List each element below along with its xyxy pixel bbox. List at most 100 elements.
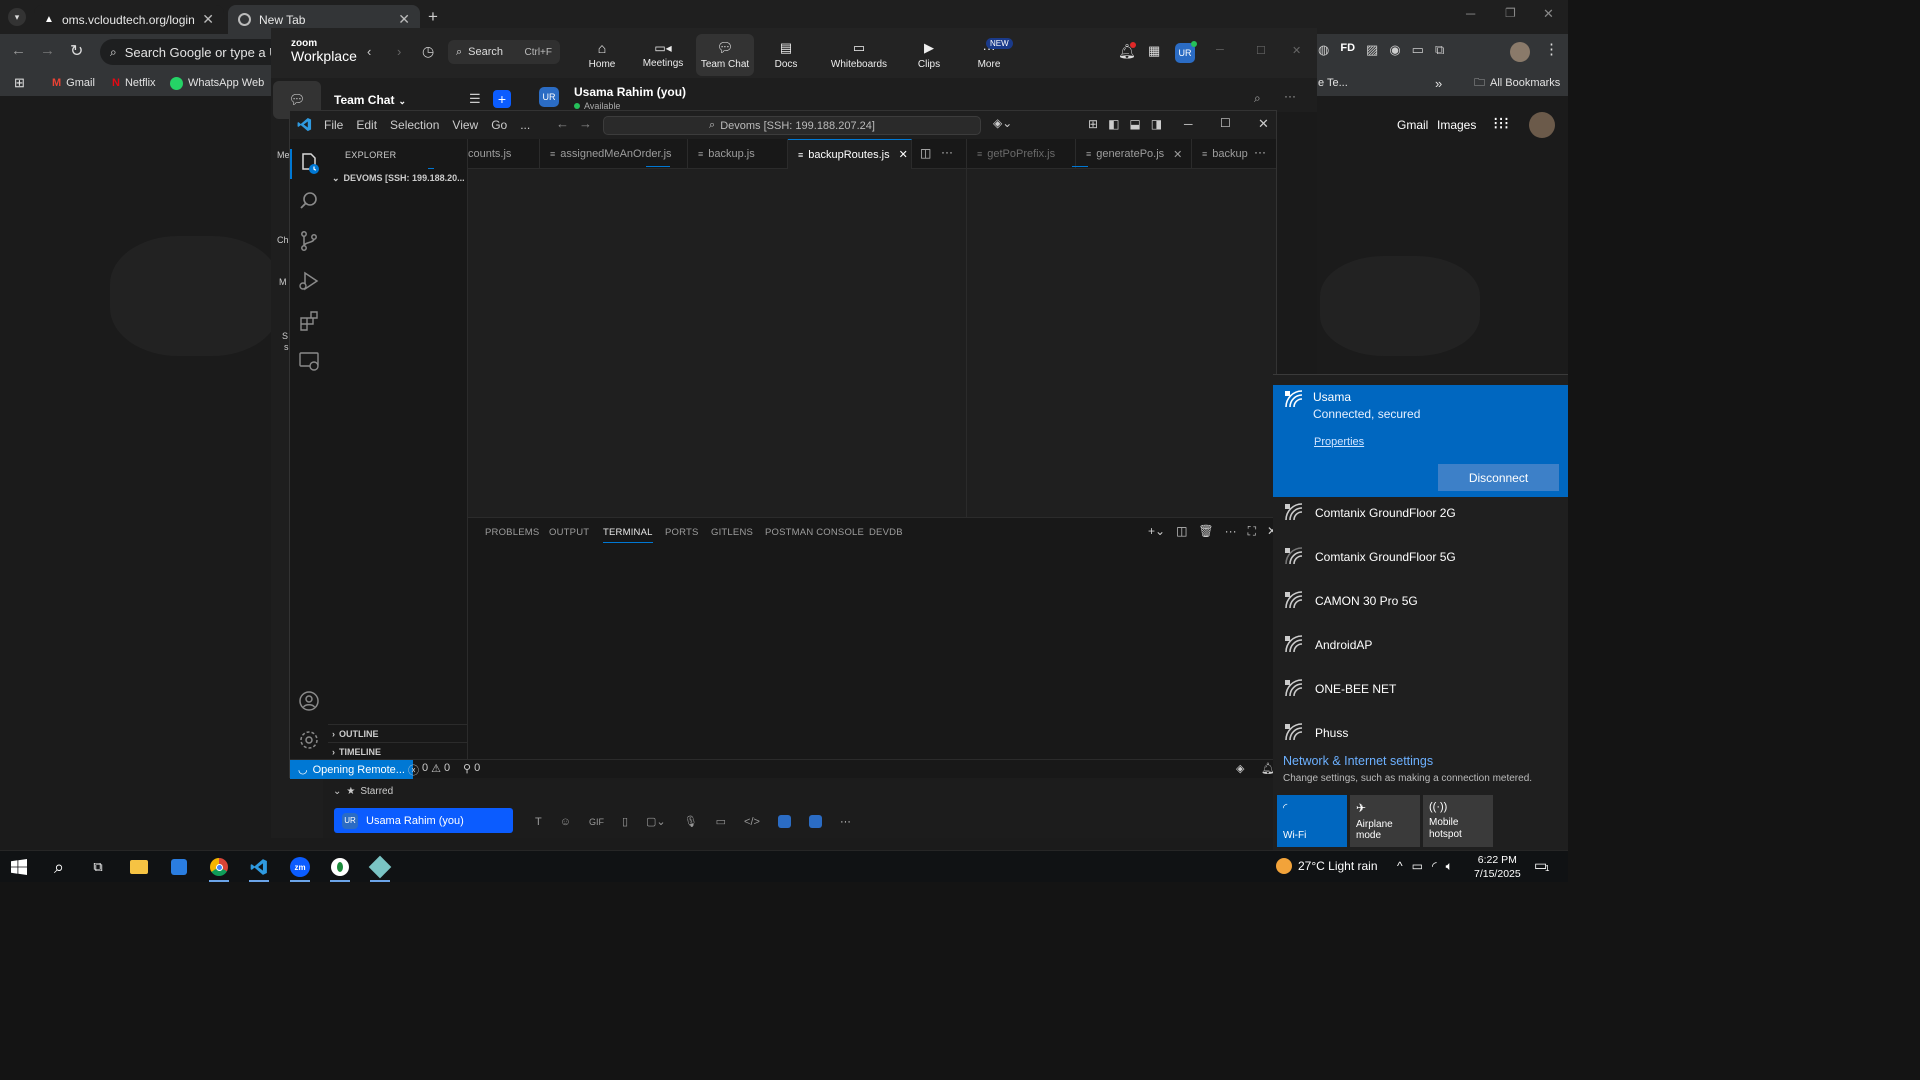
remote-indicator[interactable]: ◡ Opening Remote... bbox=[290, 760, 413, 779]
menu-selection[interactable]: Selection bbox=[390, 118, 439, 132]
split-terminal-icon[interactable]: ◫ bbox=[1176, 524, 1187, 539]
properties-link[interactable]: Properties bbox=[1314, 436, 1364, 448]
battery-icon[interactable]: ▭ bbox=[1412, 859, 1423, 874]
more-bookmarks-icon[interactable]: » bbox=[1435, 74, 1442, 92]
text-format-icon[interactable]: T bbox=[535, 816, 542, 828]
close-tab-icon[interactable]: ✕ bbox=[899, 148, 908, 161]
google-account-avatar[interactable] bbox=[1529, 112, 1555, 138]
remote-explorer-icon[interactable] bbox=[297, 349, 321, 373]
window-minimize-icon[interactable]: ─ bbox=[1216, 44, 1224, 56]
menu-go[interactable]: Go bbox=[491, 118, 507, 132]
window-restore-icon[interactable]: ❐ bbox=[1505, 6, 1516, 20]
airplane-mode-toggle[interactable]: ✈ Airplane mode bbox=[1350, 795, 1420, 847]
more-options-icon[interactable]: ··· bbox=[840, 816, 851, 828]
network-item[interactable]: Comtanix GroundFloor 2G bbox=[1273, 491, 1568, 535]
back-icon[interactable]: ← bbox=[11, 42, 26, 59]
app-icon[interactable] bbox=[327, 855, 353, 882]
task-view-icon[interactable]: ⧉ bbox=[85, 855, 111, 879]
window-close-icon[interactable]: ✕ bbox=[1292, 44, 1301, 57]
panel-tab-devdb[interactable]: DEVDB bbox=[869, 527, 903, 538]
menu-edit[interactable]: Edit bbox=[356, 118, 377, 132]
nav-meetings[interactable]: ▭◂ Meetings bbox=[634, 34, 692, 76]
menu-view[interactable]: View bbox=[452, 118, 478, 132]
problems-status[interactable]: ⓧ 0 ⚠ 0 bbox=[408, 762, 450, 778]
forward-icon[interactable]: › bbox=[397, 44, 401, 59]
gif-icon[interactable]: GIF bbox=[589, 817, 604, 827]
volume-icon[interactable]: 🔈︎ bbox=[1446, 859, 1453, 874]
panel-tab-output[interactable]: OUTPUT bbox=[549, 527, 589, 538]
wifi-icon[interactable]: ◜ bbox=[1432, 859, 1437, 874]
maximize-panel-icon[interactable]: ⛶ bbox=[1248, 524, 1256, 539]
calendar-icon[interactable]: ▦ bbox=[1148, 43, 1160, 59]
network-item[interactable]: AndroidAP bbox=[1273, 623, 1568, 667]
cast-extension-icon[interactable]: ▭ bbox=[1412, 42, 1424, 58]
split-editor-icon[interactable]: ◫ bbox=[920, 146, 931, 160]
store-icon[interactable] bbox=[166, 855, 192, 879]
editor-tab[interactable]: counts.js bbox=[468, 139, 540, 169]
extensions-icon[interactable] bbox=[297, 309, 321, 333]
nav-back-icon[interactable]: ← bbox=[556, 116, 569, 131]
chevron-up-icon[interactable]: ^ bbox=[1397, 859, 1403, 874]
history-icon[interactable]: ◷ bbox=[422, 43, 434, 60]
menu-file[interactable]: File bbox=[324, 118, 343, 132]
zoom-search-box[interactable]: ⌕ Search Ctrl+F bbox=[448, 40, 560, 64]
window-maximize-icon[interactable]: ☐ bbox=[1256, 44, 1266, 57]
network-item[interactable]: Comtanix GroundFloor 5G bbox=[1273, 535, 1568, 579]
new-terminal-icon[interactable]: +⌄ bbox=[1148, 524, 1165, 539]
close-tab-icon[interactable]: ✕ bbox=[1173, 148, 1182, 161]
editor-tab[interactable]: ≡ backup.js bbox=[688, 139, 788, 169]
window-maximize-icon[interactable]: ☐ bbox=[1220, 116, 1231, 130]
more-options-icon[interactable]: ··· bbox=[1284, 89, 1296, 103]
vpn-extension-icon[interactable]: ◉ bbox=[1389, 42, 1400, 58]
panel-tab-ports[interactable]: PORTS bbox=[665, 527, 699, 538]
weather-widget[interactable]: 27°C Light rain bbox=[1276, 858, 1378, 874]
toggle-secondary-sidebar-icon[interactable]: ◨ bbox=[1151, 117, 1162, 131]
nav-home[interactable]: ⌂ Home bbox=[573, 34, 631, 76]
panel-tab-postman-console[interactable]: POSTMAN CONSOLE bbox=[765, 527, 864, 538]
address-bar[interactable]: ⌕ Search Google or type a URL bbox=[100, 39, 290, 65]
mobile-hotspot-toggle[interactable]: ((·)) Mobile hotspot bbox=[1423, 795, 1493, 847]
copilot-status-icon[interactable]: ◈ bbox=[1236, 762, 1244, 775]
profile-avatar[interactable] bbox=[1510, 42, 1530, 62]
window-minimize-icon[interactable]: ─ bbox=[1184, 117, 1193, 131]
reload-icon[interactable]: ↻ bbox=[70, 41, 83, 61]
close-tab-icon[interactable]: ✕ bbox=[398, 11, 410, 28]
starred-contact[interactable]: UR Usama Rahim (you) bbox=[334, 808, 513, 833]
outline-section[interactable]: › OUTLINE bbox=[328, 724, 468, 739]
connected-network[interactable]: Usama Connected, secured Properties Disc… bbox=[1273, 385, 1568, 497]
start-button[interactable] bbox=[6, 855, 32, 879]
chrome-icon[interactable] bbox=[206, 855, 232, 882]
starred-header[interactable]: ⌄ ★ Starred bbox=[333, 786, 393, 797]
search-icon[interactable]: ⌕ bbox=[46, 855, 72, 879]
all-bookmarks[interactable]: 🗀 All Bookmarks bbox=[1474, 74, 1560, 92]
editor-tab[interactable]: ≡ assignedMeAnOrder.js bbox=[540, 139, 688, 169]
toggle-panel-icon[interactable]: ⬓ bbox=[1129, 117, 1140, 131]
editor-tab[interactable]: ≡ getPoPrefix.js bbox=[966, 139, 1076, 169]
settings-gear-icon[interactable] bbox=[297, 728, 321, 752]
screenshot-icon[interactable]: ▢⌄ bbox=[646, 815, 666, 828]
source-control-icon[interactable] bbox=[297, 229, 321, 253]
network-item[interactable]: Phuss bbox=[1273, 711, 1568, 755]
window-minimize-icon[interactable]: ─ bbox=[1466, 6, 1475, 21]
workspace-folder[interactable]: ⌄ DEVOMS [SSH: 199.188.20... bbox=[332, 173, 465, 184]
close-tab-icon[interactable]: ✕ bbox=[202, 11, 214, 28]
browser-tab[interactable]: ▲ oms.vcloudtech.org/login ✕ bbox=[34, 5, 224, 34]
puzzle-extensions-icon[interactable]: ⧉ bbox=[1435, 42, 1444, 58]
back-icon[interactable]: ‹ bbox=[367, 44, 371, 59]
editor-tab[interactable]: ≡ backup bbox=[1192, 139, 1248, 169]
search-icon[interactable] bbox=[297, 189, 321, 213]
command-center[interactable]: ⌕ Devoms [SSH: 199.188.207.24] bbox=[603, 116, 981, 135]
emoji-icon[interactable]: ☺ bbox=[560, 816, 571, 828]
panel-tab-gitlens[interactable]: GITLENS bbox=[711, 527, 753, 538]
clock[interactable]: 6:22 PM 7/15/2025 bbox=[1474, 853, 1521, 881]
window-close-icon[interactable]: ✕ bbox=[1543, 6, 1554, 22]
nav-forward-icon[interactable]: → bbox=[579, 116, 592, 131]
wifi-toggle[interactable]: ◜ Wi-Fi bbox=[1277, 795, 1347, 847]
file-explorer-icon[interactable] bbox=[126, 855, 152, 879]
explorer-icon[interactable] bbox=[297, 151, 321, 175]
editor-tab-active[interactable]: ≡ backupRoutes.js ✕ bbox=[788, 139, 912, 169]
network-item[interactable]: CAMON 30 Pro 5G bbox=[1273, 579, 1568, 623]
panel-tab-terminal[interactable]: TERMINAL bbox=[603, 527, 653, 543]
network-item[interactable]: ONE-BEE NET bbox=[1273, 667, 1568, 711]
menu-more[interactable]: ... bbox=[520, 118, 530, 132]
